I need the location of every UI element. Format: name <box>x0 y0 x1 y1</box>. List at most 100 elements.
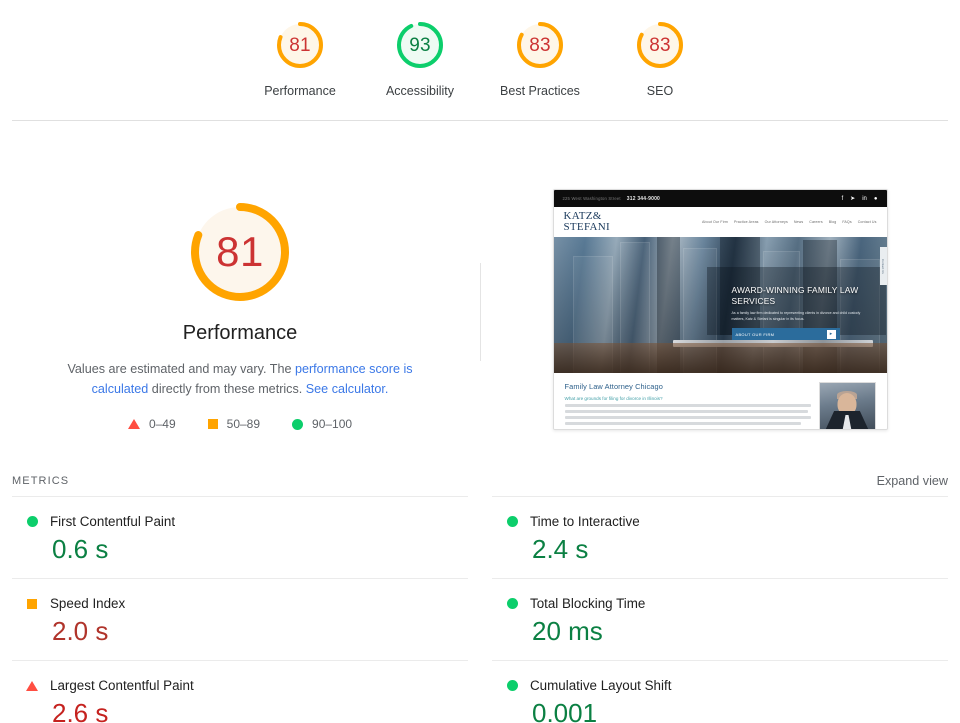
thumbnail-navbar: KATZ& STEFANI About Our Firm Practice Ar… <box>553 207 887 237</box>
description-middle: directly from these metrics. <box>148 382 306 396</box>
legend-label-pass: 90–100 <box>312 417 353 431</box>
thumbnail-body: Family Law Attorney Chicago What are gro… <box>553 373 887 429</box>
metric-value: 0.6 s <box>52 534 109 564</box>
lighthouse-report: 81 Performance 93 Accessibility 83 Best … <box>0 0 960 723</box>
category-score-strip: 81 Performance 93 Accessibility 83 Best … <box>0 0 960 98</box>
location-pin-icon: ● <box>873 195 878 202</box>
performance-score-panel: 81 Performance Values are estimated and … <box>0 121 480 431</box>
performance-summary-section: 81 Performance Values are estimated and … <box>0 121 960 451</box>
best-practices-gauge-value: 83 <box>529 34 551 56</box>
nav-item-4: Careers <box>809 220 823 224</box>
category-label-accessibility: Accessibility <box>385 84 455 98</box>
metric-value: 0.001 <box>532 698 598 723</box>
legend-label-average: 50–89 <box>226 417 261 431</box>
thumbnail-hero-content: AWARD-WINNING FAMILY LAW SERVICES As a f… <box>731 285 874 340</box>
legend-item-fail: 0–49 <box>127 417 176 431</box>
legend-item-pass: 90–100 <box>292 417 352 431</box>
accessibility-gauge-value: 93 <box>409 34 431 56</box>
thumbnail-phone: 312 344-9000 <box>626 195 661 202</box>
thumbnail-bridge <box>553 343 887 373</box>
nav-item-3: News <box>793 220 804 224</box>
metrics-header: METRICS Expand view <box>0 466 960 496</box>
final-screenshot-panel: 225 West Washington Street 312 344-9000 … <box>480 121 960 430</box>
metric-label: Total Blocking Time <box>530 596 646 611</box>
performance-gauge-large: 81 <box>184 196 296 308</box>
thumbnail-social-icons: f ➤ in ● <box>842 196 878 202</box>
triangle-icon <box>127 419 140 429</box>
square-icon <box>26 598 38 609</box>
nav-item-2: Our Attorneys <box>764 220 788 224</box>
best-practices-gauge-small: 83 <box>513 18 567 72</box>
seo-gauge-small: 83 <box>633 18 687 72</box>
triangle-icon <box>26 680 38 691</box>
category-score-performance[interactable]: 81 Performance <box>240 18 360 98</box>
metric-value: 2.4 s <box>532 534 589 564</box>
arrow-right-icon: ▸ <box>826 329 836 339</box>
nav-item-6: FAQs <box>842 220 852 224</box>
thumbnail-side-tab: Contact Us <box>879 247 887 285</box>
performance-panel-title: Performance <box>182 322 298 344</box>
thumbnail-topbar: 225 West Washington Street 312 344-9000 … <box>553 190 887 207</box>
metric-first-contentful-paint[interactable]: First Contentful Paint 0.6 s <box>12 496 468 578</box>
legend-label-fail: 0–49 <box>148 417 176 431</box>
thumbnail-attorney-portrait <box>818 382 876 429</box>
performance-description: Values are estimated and may vary. The p… <box>40 359 440 399</box>
page-thumbnail[interactable]: 225 West Washington Street 312 344-9000 … <box>552 189 888 430</box>
see-calculator-link[interactable]: See calculator. <box>306 382 389 396</box>
metrics-column-left: First Contentful Paint 0.6 s Speed Index… <box>12 496 468 723</box>
thumbnail-hero-paragraph: As a family law firm dedicated to repres… <box>731 311 861 321</box>
category-label-performance: Performance <box>264 84 336 98</box>
nav-item-5: Blog <box>828 220 837 224</box>
metric-label: Speed Index <box>50 596 126 611</box>
thumbnail-address: 225 West Washington Street <box>562 196 621 201</box>
metric-total-blocking-time[interactable]: Total Blocking Time 20 ms <box>492 578 948 660</box>
performance-gauge-large-value: 81 <box>216 228 264 275</box>
category-score-best-practices[interactable]: 83 Best Practices <box>480 18 600 98</box>
performance-gauge-small: 81 <box>273 18 327 72</box>
metric-label: First Contentful Paint <box>50 514 176 529</box>
nav-item-0: About Our Firm <box>702 220 728 224</box>
metric-value: 2.0 s <box>52 616 109 646</box>
metric-label: Cumulative Layout Shift <box>530 678 672 693</box>
thumbnail-hero-heading: AWARD-WINNING FAMILY LAW SERVICES <box>731 285 859 306</box>
twitter-icon: ➤ <box>850 195 856 202</box>
description-prefix: Values are estimated and may vary. The <box>67 362 295 376</box>
metrics-grid: First Contentful Paint 0.6 s Speed Index… <box>0 496 960 723</box>
thumbnail-hero-button-label: ABOUT OUR FIRM <box>735 331 775 337</box>
expand-view-button[interactable]: Expand view <box>877 474 948 488</box>
thumbnail-hero-button: ABOUT OUR FIRM ▸ <box>731 328 840 340</box>
thumbnail-body-subheading: What are grounds for filing for divorce … <box>564 396 663 401</box>
metric-speed-index[interactable]: Speed Index 2.0 s <box>12 578 468 660</box>
thumbnail-body-heading: Family Law Attorney Chicago <box>564 382 663 391</box>
thumbnail-logo: KATZ& STEFANI <box>564 211 611 233</box>
performance-gauge-value: 81 <box>289 34 311 56</box>
panel-divider <box>480 263 481 361</box>
facebook-icon: f <box>841 195 844 202</box>
category-label-best-practices: Best Practices <box>500 84 580 98</box>
metric-cumulative-layout-shift[interactable]: Cumulative Layout Shift 0.001 <box>492 660 948 723</box>
category-score-seo[interactable]: 83 SEO <box>600 18 720 98</box>
score-scale-legend: 0–49 50–89 90–100 <box>127 417 352 431</box>
circle-icon <box>292 418 304 430</box>
metric-largest-contentful-paint[interactable]: Largest Contentful Paint 2.6 s <box>12 660 468 723</box>
metric-value: 20 ms <box>532 616 603 646</box>
circle-icon <box>506 680 518 691</box>
circle-icon <box>506 516 518 527</box>
seo-gauge-value: 83 <box>649 34 671 56</box>
metric-time-to-interactive[interactable]: Time to Interactive 2.4 s <box>492 496 948 578</box>
thumbnail-logo-line2: STEFANI <box>563 221 611 233</box>
category-score-accessibility[interactable]: 93 Accessibility <box>360 18 480 98</box>
metric-value: 2.6 s <box>52 698 109 723</box>
metrics-title: METRICS <box>12 475 70 487</box>
linkedin-icon: in <box>862 195 867 202</box>
metric-label: Time to Interactive <box>530 514 640 529</box>
nav-item-7: Contact Us <box>857 220 877 224</box>
square-icon <box>207 419 218 429</box>
legend-item-average: 50–89 <box>207 417 261 431</box>
thumbnail-hero: AWARD-WINNING FAMILY LAW SERVICES As a f… <box>553 237 887 373</box>
nav-item-1: Practice Areas <box>734 220 759 224</box>
circle-icon <box>506 598 518 609</box>
metrics-column-right: Time to Interactive 2.4 s Total Blocking… <box>492 496 948 723</box>
circle-icon <box>26 516 38 527</box>
accessibility-gauge-small: 93 <box>393 18 447 72</box>
